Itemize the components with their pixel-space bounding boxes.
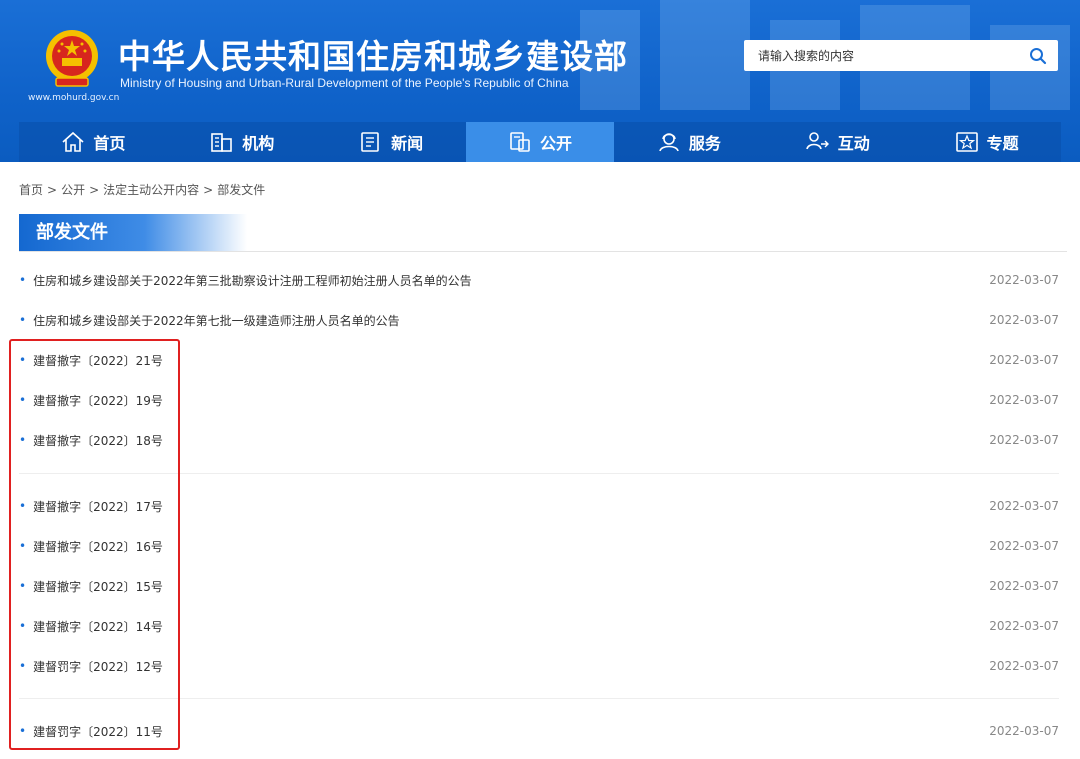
bullet-icon: •	[19, 539, 27, 553]
section-title: 部发文件	[19, 214, 247, 251]
bullet-icon: •	[19, 579, 27, 593]
list-item: • 建督撤字〔2022〕19号 2022-03-07	[19, 380, 1059, 420]
document-title: 建督撤字〔2022〕17号	[33, 499, 163, 514]
list-item: • 住房和城乡建设部关于2022年第三批勘察设计注册工程师初始注册人员名单的公告 …	[19, 260, 1059, 300]
building-icon	[211, 133, 233, 152]
document-date: 2022-03-07	[989, 393, 1059, 407]
document-link[interactable]: • 建督撤字〔2022〕16号	[19, 538, 163, 555]
document-link[interactable]: • 建督撤字〔2022〕17号	[19, 498, 163, 515]
document-link[interactable]: • 住房和城乡建设部关于2022年第七批一级建造师注册人员名单的公告	[19, 312, 400, 329]
document-link[interactable]: • 建督罚字〔2022〕11号	[19, 723, 163, 740]
document-title: 建督撤字〔2022〕15号	[33, 579, 163, 594]
document-title: 建督撤字〔2022〕19号	[33, 393, 163, 408]
document-title: 建督撤字〔2022〕16号	[33, 539, 163, 554]
list-item: • 住房和城乡建设部关于2022年第七批一级建造师注册人员名单的公告 2022-0…	[19, 300, 1059, 340]
interaction-icon	[805, 132, 829, 150]
nav-organization[interactable]: 机构	[168, 122, 317, 162]
breadcrumb-separator: >	[203, 183, 214, 197]
bullet-icon: •	[19, 724, 27, 738]
site-title: 中华人民共和国住房和城乡建设部	[118, 37, 628, 76]
group-divider	[19, 698, 1059, 699]
nav-label: 机构	[242, 134, 275, 153]
document-title: 建督撤字〔2022〕18号	[33, 433, 163, 448]
list-item: • 建督撤字〔2022〕14号 2022-03-07	[19, 606, 1059, 646]
document-title: 住房和城乡建设部关于2022年第三批勘察设计注册工程师初始注册人员名单的公告	[33, 273, 472, 288]
bullet-icon: •	[19, 393, 27, 407]
bullet-icon: •	[19, 433, 27, 447]
site-subtitle: Ministry of Housing and Urban-Rural Deve…	[120, 76, 569, 90]
news-icon	[361, 132, 379, 152]
disclosure-icon	[510, 132, 530, 152]
document-link[interactable]: • 建督撤字〔2022〕19号	[19, 392, 163, 409]
document-date: 2022-03-07	[989, 619, 1059, 633]
document-date: 2022-03-07	[989, 313, 1059, 327]
document-date: 2022-03-07	[989, 539, 1059, 553]
document-link[interactable]: • 建督撤字〔2022〕14号	[19, 618, 163, 635]
document-link[interactable]: • 建督撤字〔2022〕18号	[19, 432, 163, 449]
bullet-icon: •	[19, 619, 27, 633]
nav-label: 新闻	[391, 134, 424, 153]
star-topic-icon	[955, 132, 978, 152]
group-divider	[19, 473, 1059, 474]
nav-news[interactable]: 新闻	[317, 122, 466, 162]
list-item: • 建督撤字〔2022〕17号 2022-03-07	[19, 486, 1059, 526]
search-box	[744, 40, 1058, 71]
document-date: 2022-03-07	[989, 499, 1059, 513]
search-button[interactable]	[1018, 40, 1058, 71]
search-input[interactable]	[744, 41, 1018, 70]
main-nav: 首页 机构 新闻 公开 服务 互动 专题	[19, 122, 1061, 162]
nav-label: 服务	[688, 134, 721, 153]
document-date: 2022-03-07	[989, 273, 1059, 287]
nav-label: 互动	[837, 134, 870, 153]
nav-label: 公开	[540, 134, 573, 153]
document-date: 2022-03-07	[989, 579, 1059, 593]
search-icon	[1030, 47, 1047, 64]
nav-label: 专题	[986, 134, 1019, 153]
document-title: 建督撤字〔2022〕21号	[33, 353, 163, 368]
list-item: • 建督撤字〔2022〕21号 2022-03-07	[19, 340, 1059, 380]
breadcrumb-separator: >	[89, 183, 100, 197]
document-date: 2022-03-07	[989, 433, 1059, 447]
national-emblem-icon	[46, 30, 98, 87]
document-title: 建督罚字〔2022〕11号	[33, 724, 163, 739]
list-item: • 建督撤字〔2022〕15号 2022-03-07	[19, 566, 1059, 606]
nav-home[interactable]: 首页	[19, 122, 168, 162]
service-icon	[659, 133, 679, 152]
breadcrumb-separator: >	[47, 183, 58, 197]
document-date: 2022-03-07	[989, 659, 1059, 673]
document-link[interactable]: • 住房和城乡建设部关于2022年第三批勘察设计注册工程师初始注册人员名单的公告	[19, 272, 472, 289]
breadcrumb-current: 部发文件	[217, 183, 266, 197]
list-item: • 建督罚字〔2022〕11号 2022-03-07	[19, 711, 1059, 751]
document-link[interactable]: • 建督撤字〔2022〕15号	[19, 578, 163, 595]
document-date: 2022-03-07	[989, 353, 1059, 367]
document-title: 住房和城乡建设部关于2022年第七批一级建造师注册人员名单的公告	[33, 313, 400, 328]
breadcrumb: 首页 > 公开 > 法定主动公开内容 > 部发文件	[19, 181, 265, 198]
document-link[interactable]: • 建督撤字〔2022〕21号	[19, 352, 163, 369]
breadcrumb-disclosure[interactable]: 公开	[61, 183, 85, 197]
home-icon	[62, 131, 84, 152]
list-item: • 建督罚字〔2022〕12号 2022-03-07	[19, 646, 1059, 686]
nav-label: 首页	[93, 134, 126, 153]
site-url: www.mohurd.gov.cn	[28, 93, 120, 103]
bullet-icon: •	[19, 353, 27, 367]
document-date: 2022-03-07	[989, 724, 1059, 738]
bullet-icon: •	[19, 659, 27, 673]
breadcrumb-home[interactable]: 首页	[19, 183, 43, 197]
list-item: • 建督撤字〔2022〕18号 2022-03-07	[19, 420, 1059, 460]
document-title: 建督撤字〔2022〕14号	[33, 619, 163, 634]
nav-topics[interactable]: 专题	[912, 122, 1061, 162]
bullet-icon: •	[19, 313, 27, 327]
nav-interaction[interactable]: 互动	[763, 122, 912, 162]
document-title: 建督罚字〔2022〕12号	[33, 659, 163, 674]
document-link[interactable]: • 建督罚字〔2022〕12号	[19, 658, 163, 675]
bullet-icon: •	[19, 273, 27, 287]
bullet-icon: •	[19, 499, 27, 513]
nav-disclosure[interactable]: 公开	[465, 122, 615, 162]
site-header: www.mohurd.gov.cn 中华人民共和国住房和城乡建设部 Minist…	[0, 0, 1080, 162]
list-item: • 建督撤字〔2022〕16号 2022-03-07	[19, 526, 1059, 566]
nav-service[interactable]: 服务	[614, 122, 763, 162]
breadcrumb-statutory[interactable]: 法定主动公开内容	[103, 183, 199, 197]
section-header: 部发文件	[19, 214, 1067, 252]
